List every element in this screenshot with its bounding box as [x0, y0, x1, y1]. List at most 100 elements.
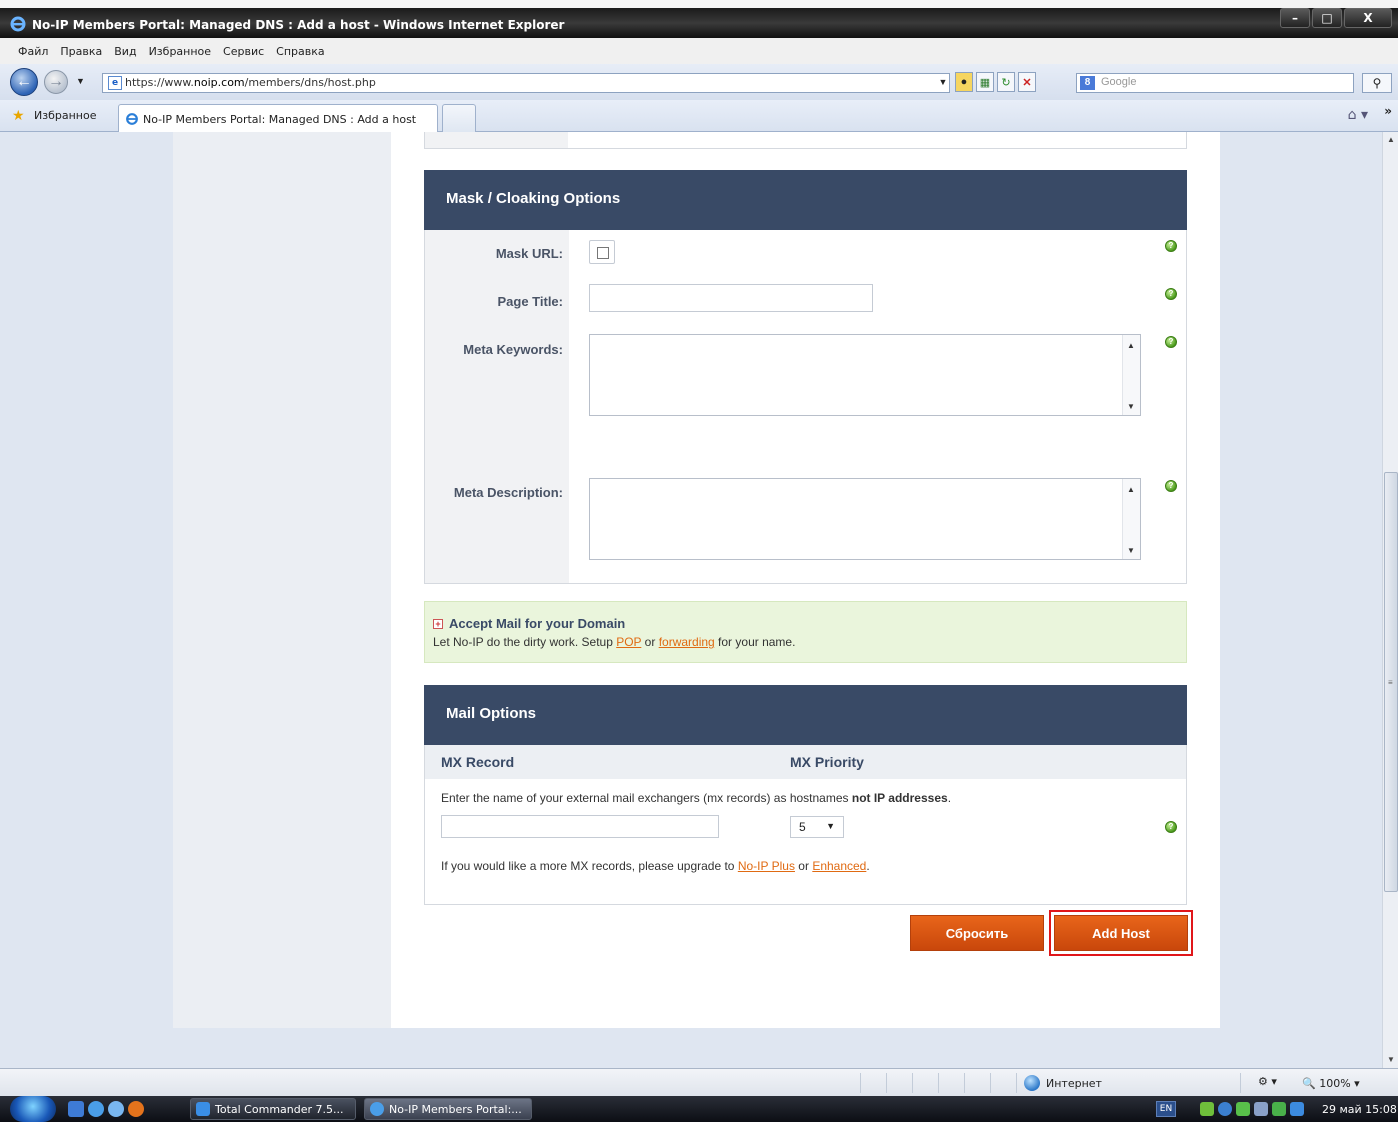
mx-instructions: Enter the name of your external mail exc… [441, 791, 952, 805]
tray-app-icon[interactable] [1200, 1102, 1214, 1116]
tray-network-icon[interactable] [1218, 1102, 1232, 1116]
menu-edit[interactable]: Правка [54, 45, 108, 58]
language-indicator[interactable]: EN [1156, 1101, 1176, 1117]
mx-priority-select[interactable]: 5 ▼ [790, 816, 844, 838]
scroll-down-icon[interactable]: ▼ [1127, 546, 1135, 555]
help-icon[interactable]: ? [1165, 480, 1177, 492]
accept-mail-link[interactable]: Accept Mail for your Domain [449, 616, 625, 631]
save-icon[interactable] [68, 1101, 84, 1117]
ie-tab-icon [126, 113, 138, 125]
tray-volume-icon[interactable] [1254, 1102, 1268, 1116]
previous-panel-bottom [424, 132, 1187, 149]
compatibility-icon[interactable]: ▦ [976, 72, 994, 92]
meta-keywords-label: Meta Keywords: [463, 342, 563, 357]
meta-description-label: Meta Description: [453, 485, 563, 500]
add-host-button[interactable]: Add Host [1054, 915, 1188, 951]
address-input[interactable]: e https://www.noip.com/members/dns/host.… [102, 73, 950, 93]
history-dropdown-icon[interactable]: ▼ [76, 76, 85, 86]
menu-tools[interactable]: Сервис [217, 45, 270, 58]
expand-plus-icon[interactable]: + [433, 619, 443, 629]
scroll-up-icon[interactable]: ▲ [1127, 485, 1135, 494]
home-icon[interactable]: ⌂ ▾ [1348, 107, 1368, 123]
mail-options-panel: MX Record MX Priority Enter the name of … [424, 745, 1187, 905]
scroll-up-icon[interactable]: ▲ [1383, 132, 1398, 148]
taskbar-total-commander[interactable]: Total Commander 7.5... [190, 1098, 356, 1120]
menu-help[interactable]: Справка [270, 45, 330, 58]
scroll-down-icon[interactable]: ▼ [1127, 402, 1135, 411]
noip-plus-link[interactable]: No-IP Plus [738, 859, 795, 873]
textarea-scrollbar[interactable]: ▲ ▼ [1122, 335, 1140, 415]
arrow-right-icon: → [48, 73, 64, 90]
forward-button[interactable]: → [44, 70, 68, 94]
stop-icon[interactable]: ✕ [1018, 72, 1036, 92]
arrow-left-icon: ← [16, 73, 32, 90]
scroll-up-icon[interactable]: ▲ [1127, 341, 1135, 350]
tray-display-icon[interactable] [1290, 1102, 1304, 1116]
status-bar: Интернет ⚙ ▾ 🔍 100% ▾ [0, 1068, 1398, 1096]
help-icon[interactable]: ? [1165, 288, 1177, 300]
search-input[interactable]: 8 Google [1076, 73, 1354, 93]
mail-column-headers: MX Record MX Priority [425, 745, 1186, 779]
menu-view[interactable]: Вид [108, 45, 142, 58]
accept-mail-text: Let No-IP do the dirty work. Setup POP o… [433, 635, 796, 649]
address-dropdown-icon[interactable]: ▼ [934, 72, 952, 92]
new-tab-button[interactable] [442, 104, 476, 132]
protected-mode-icon[interactable]: ⚙ ▾ [1258, 1075, 1277, 1088]
accept-mail-promo: + Accept Mail for your Domain Let No-IP d… [424, 601, 1187, 663]
mx-record-input[interactable] [441, 815, 719, 838]
taskbar-ie-noip[interactable]: No-IP Members Portal:... [364, 1098, 532, 1120]
tab-title: No-IP Members Portal: Managed DNS : Add … [143, 113, 417, 126]
favorites-button[interactable]: Избранное [34, 109, 96, 122]
meta-keywords-textarea[interactable]: ▲ ▼ [589, 334, 1141, 416]
reset-button[interactable]: Сбросить [910, 915, 1044, 951]
back-button[interactable]: ← [10, 68, 38, 96]
favorites-star-icon[interactable]: ★ [12, 108, 25, 124]
mx-priority-header: MX Priority [790, 754, 864, 770]
lock-icon[interactable]: ● [955, 72, 973, 92]
search-button[interactable]: ⚲ [1362, 73, 1392, 93]
scrollbar-thumb[interactable]: ≡ [1384, 472, 1398, 892]
taskbar-clock[interactable]: 29 май 15:08 [1322, 1103, 1397, 1116]
help-icon[interactable]: ? [1165, 821, 1177, 833]
ie-icon [370, 1102, 384, 1116]
page-title-label: Page Title: [497, 294, 563, 309]
page-title-input[interactable] [589, 284, 873, 312]
forwarding-link[interactable]: forwarding [659, 635, 715, 649]
tray-monitor-icon[interactable] [1236, 1102, 1250, 1116]
help-icon[interactable]: ? [1165, 336, 1177, 348]
menu-file[interactable]: Файл [12, 45, 54, 58]
tray-check-icon[interactable] [1272, 1102, 1286, 1116]
meta-description-textarea[interactable]: ▲ ▼ [589, 478, 1141, 560]
mask-options-panel: Mask URL: ? Page Title: ? Meta Keywords:… [424, 230, 1187, 584]
start-button[interactable] [10, 1096, 56, 1122]
maximize-button[interactable]: □ [1312, 8, 1342, 28]
scroll-down-icon[interactable]: ▼ [1383, 1052, 1398, 1068]
help-icon[interactable]: ? [1165, 240, 1177, 252]
enhanced-link[interactable]: Enhanced [812, 859, 866, 873]
mask-url-checkbox[interactable] [589, 240, 615, 264]
page-scrollbar[interactable]: ▲ ≡ ▼ [1382, 132, 1398, 1068]
ie-logo-icon [10, 16, 26, 32]
minimize-button[interactable]: – [1280, 8, 1310, 28]
zoom-level[interactable]: 🔍 100% ▾ [1302, 1077, 1360, 1090]
browser-tab-active[interactable]: No-IP Members Portal: Managed DNS : Add … [118, 104, 438, 132]
windows-taskbar: Total Commander 7.5... No-IP Members Por… [0, 1096, 1398, 1122]
close-button[interactable]: X [1344, 8, 1392, 28]
upgrade-text: If you would like a more MX records, ple… [441, 859, 870, 873]
google-icon: 8 [1080, 76, 1095, 90]
mx-record-header: MX Record [441, 754, 515, 770]
menu-favorites[interactable]: Избранное [143, 45, 217, 58]
pop-link[interactable]: POP [616, 635, 641, 649]
window-title: No-IP Members Portal: Managed DNS : Add … [32, 18, 565, 32]
ie-alt-quicklaunch-icon[interactable] [108, 1101, 124, 1117]
mask-section-header: Mask / Cloaking Options [424, 170, 1187, 230]
magnifier-icon: ⚲ [1372, 76, 1382, 90]
ie-quicklaunch-icon[interactable] [88, 1101, 104, 1117]
chevron-more-icon[interactable]: » [1384, 104, 1392, 118]
textarea-scrollbar[interactable]: ▲ ▼ [1122, 479, 1140, 559]
security-zone[interactable]: Интернет [1046, 1077, 1102, 1090]
firefox-icon[interactable] [128, 1101, 144, 1117]
refresh-icon[interactable]: ↻ [997, 72, 1015, 92]
internet-zone-icon [1024, 1075, 1040, 1091]
address-toolbar: ← → ▼ e https://www.noip.com/members/dns… [0, 64, 1398, 100]
